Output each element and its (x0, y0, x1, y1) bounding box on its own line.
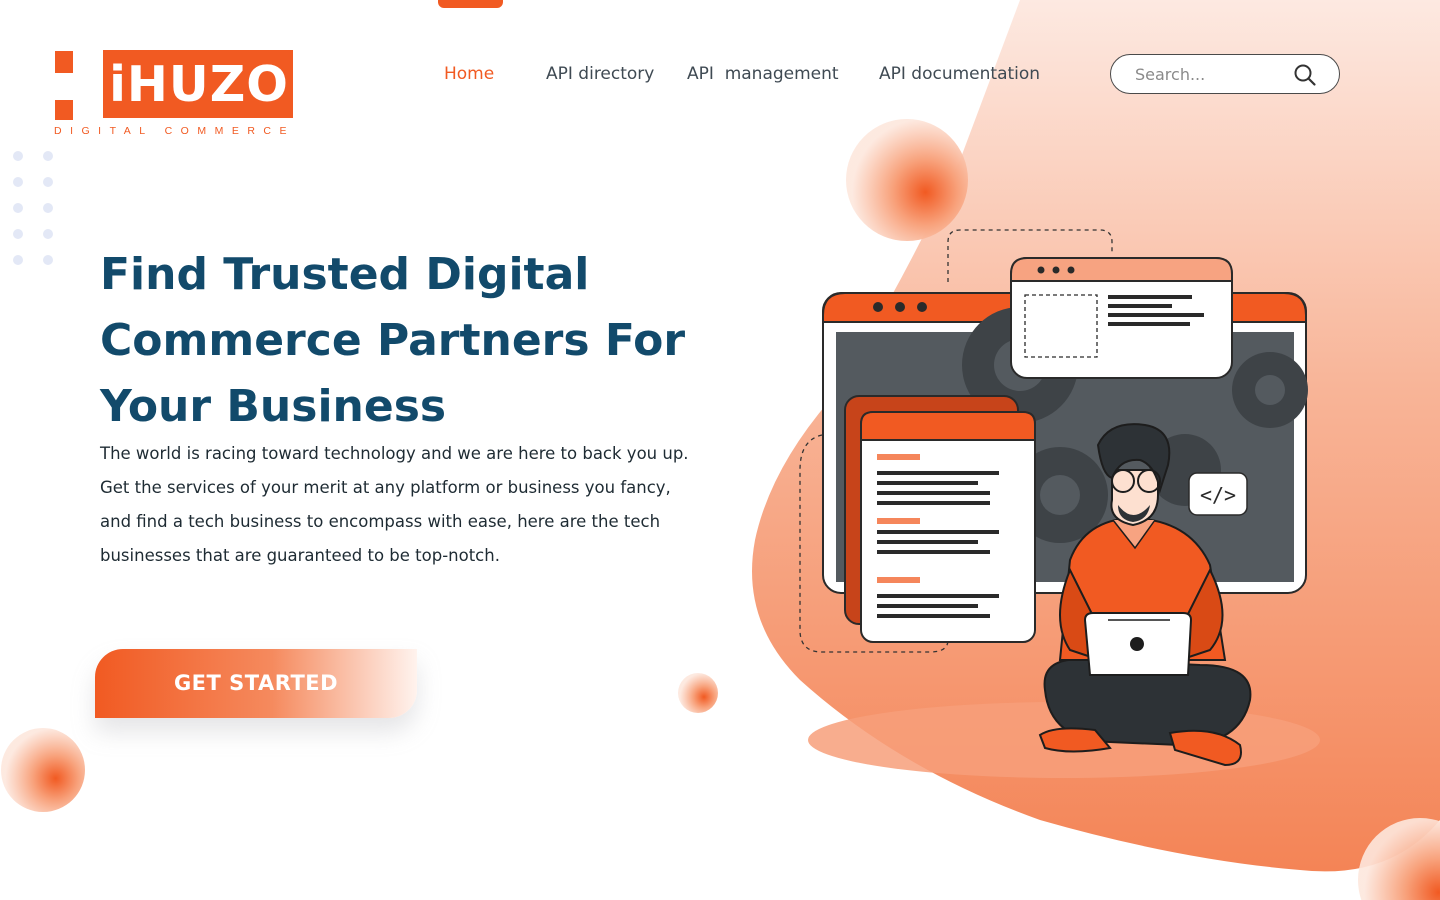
top-accent-tab (438, 0, 503, 8)
hero-title: Find Trusted Digital Commerce Partners F… (100, 249, 686, 432)
hero-description: The world is racing toward technology an… (100, 444, 689, 565)
nav-item-api-documentation[interactable]: API documentation (879, 60, 1040, 88)
search-box (1110, 54, 1340, 94)
search-input[interactable] (1135, 63, 1295, 85)
nav-item-home[interactable]: Home (444, 60, 494, 88)
logo-tagline: DIGITAL COMMERCE (54, 125, 296, 137)
decor-orb (1, 728, 85, 812)
logo-mark (55, 100, 73, 120)
nav-item-api-directory[interactable]: API directory (546, 60, 654, 88)
brand-logo[interactable]: iHUZO DIGITAL COMMERCE (54, 50, 299, 140)
search-icon[interactable] (1293, 63, 1317, 87)
logo-wordmark: iHUZO (109, 56, 289, 113)
get-started-button[interactable]: GET STARTED (95, 649, 417, 718)
code-badge: </> (1200, 483, 1236, 507)
get-started-label: GET STARTED (173, 671, 339, 695)
decor-orb (678, 673, 718, 713)
decorative-dot-grid (13, 151, 63, 271)
logo-mark (55, 51, 73, 73)
developer-with-laptop-illustration: </> (799, 229, 1320, 778)
nav-item-api-management[interactable]: API management (687, 60, 839, 88)
